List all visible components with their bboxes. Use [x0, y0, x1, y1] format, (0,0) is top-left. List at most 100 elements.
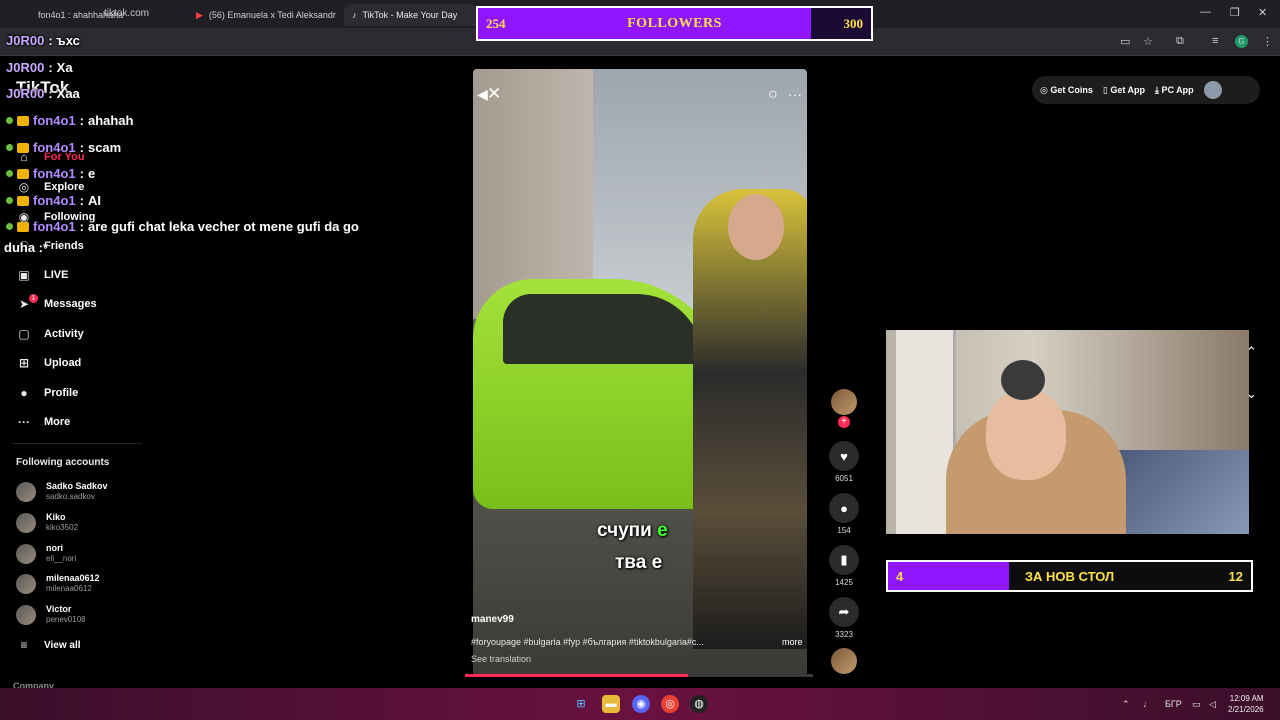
user-avatar[interactable] [1203, 81, 1222, 99]
webcam-bed [1116, 450, 1249, 534]
chat-line: fon4o1: AI [6, 193, 101, 208]
video-player[interactable] [473, 69, 807, 677]
account-item[interactable]: nori eli__nori [16, 543, 76, 564]
volume-icon[interactable]: ◁ [1209, 699, 1216, 710]
chat-username: J0R00 [6, 33, 45, 48]
youtube-icon: ▶ [196, 9, 203, 20]
taskbar-clock[interactable]: 12:09 AM 2/21/2026 [1228, 693, 1264, 715]
follow-plus-icon[interactable]: + [838, 416, 850, 428]
chrome-icon[interactable]: ◎ [661, 695, 679, 713]
bookmark-star-icon[interactable]: ☆ [1143, 35, 1153, 48]
pc-app-button[interactable]: ⤓ PC App [1155, 85, 1194, 96]
video-caption-line1: счупи е [597, 520, 668, 542]
account-item[interactable]: Sadko Sadkov sadko.sadkov [16, 481, 108, 502]
network-icon[interactable]: ▭ [1192, 699, 1201, 710]
nav-label: LIVE [44, 269, 69, 281]
table-goal-target: 12 [1228, 569, 1243, 584]
get-app-label: Get App [1110, 84, 1145, 95]
share-icon: ➦ [829, 597, 859, 627]
compass-icon: ◎ [18, 180, 30, 194]
chat-message: e [87, 166, 96, 181]
nav-profile[interactable]: ● Profile [16, 386, 78, 400]
nav-explore[interactable]: ◎ Explore [16, 180, 85, 194]
chat-message: duha :* [4, 240, 49, 255]
avatar [16, 604, 36, 625]
restore-icon[interactable]: ❐ [1230, 6, 1240, 19]
chat-message: Xaa [56, 86, 80, 101]
reading-list-icon[interactable]: ≡ [1212, 35, 1218, 47]
browser-tab-3[interactable]: ♪ TikTok - Make Your Day [344, 4, 476, 26]
avatar [16, 512, 36, 533]
kebab-menu-icon[interactable]: ⋮ [1262, 35, 1273, 48]
chat-message: Xa [56, 60, 73, 75]
tiktok-tab-icon: ♪ [352, 10, 357, 20]
chat-line-continuation: duha :* [4, 240, 48, 255]
obs-icon[interactable]: ◍ [690, 695, 708, 713]
account-item[interactable]: Victor penev0108 [16, 604, 86, 625]
tray-chevron-icon[interactable]: ⌃ [1122, 699, 1130, 710]
language-indicator[interactable]: БГР [1165, 699, 1182, 709]
comment-button[interactable]: ● 154 [826, 493, 862, 535]
like-button[interactable]: ♥ 6051 [826, 441, 862, 483]
tab-title: (56) Emanuela x Tedi Aleksandr [208, 10, 336, 20]
account-item[interactable]: milenaa0612 milenaa0612 [16, 573, 100, 594]
nav-label: Explore [44, 181, 85, 193]
webcam-face [986, 390, 1066, 480]
cast-icon[interactable]: ▭ [1120, 35, 1130, 48]
chat-username: fon4o1 [33, 166, 76, 181]
file-explorer-icon[interactable]: ▬ [602, 695, 620, 713]
crown-badge-icon [17, 115, 29, 126]
creator-avatar[interactable] [831, 389, 857, 415]
nav-activity[interactable]: ▢ Activity [16, 327, 83, 341]
minimize-icon[interactable]: — [1200, 6, 1211, 18]
more-options-icon[interactable]: ··· [788, 86, 802, 102]
crown-badge-icon [17, 168, 29, 179]
chevron-up-icon[interactable]: ⌃ [1246, 344, 1257, 360]
nav-upload[interactable]: ⊞ Upload [16, 356, 81, 370]
sound-disc-avatar[interactable] [831, 648, 857, 674]
save-button[interactable]: ▮ 1425 [826, 545, 862, 587]
nav-live[interactable]: ▣ LIVE [16, 268, 68, 282]
close-video-icon[interactable]: ✕ [487, 84, 501, 104]
avatar [16, 543, 36, 564]
account-item[interactable]: Kiko kiko3502 [16, 512, 78, 533]
profile-avatar[interactable]: G [1235, 35, 1248, 48]
sub-badge-icon [6, 170, 13, 177]
bookmark-icon: ▮ [829, 545, 859, 575]
table-goal-title: ЗА НОВ СТОЛ [1024, 569, 1115, 584]
chat-message: scam [87, 140, 122, 155]
chat-message: AI [87, 193, 101, 208]
nav-more[interactable]: ··· More [16, 415, 70, 429]
microphone-icon[interactable]: ♩ [1143, 699, 1152, 709]
chevron-down-icon[interactable]: ⌄ [1246, 386, 1257, 402]
see-translation-link[interactable]: See translation [471, 654, 531, 664]
discord-icon[interactable]: ◉ [632, 695, 650, 713]
extensions-icon[interactable]: ⧉ [1176, 35, 1184, 48]
close-window-icon[interactable]: ✕ [1258, 6, 1267, 19]
account-handle: kiko3502 [46, 523, 79, 532]
sub-badge-icon [6, 223, 13, 230]
sub-badge-icon [6, 197, 13, 204]
view-all-link[interactable]: ≡ View all [16, 638, 80, 652]
clock-date: 2/21/2026 [1228, 705, 1264, 714]
share-button[interactable]: ➦ 3323 [826, 597, 862, 639]
chat-username: J0R00 [6, 86, 45, 101]
webcam-feed [886, 330, 1249, 534]
video-author[interactable]: manev99 [471, 614, 514, 625]
get-coins-label: Get Coins [1050, 84, 1093, 95]
search-icon[interactable]: ○ [768, 86, 778, 104]
get-app-button[interactable]: ▯ Get App [1103, 85, 1145, 96]
messages-badge: 1 [29, 294, 38, 303]
windows-start-icon[interactable]: ⊞ [572, 695, 590, 713]
like-count: 6051 [835, 474, 853, 483]
more-link[interactable]: more [782, 637, 803, 647]
video-hashtags[interactable]: #foryoupage #bulgaria #fyp #българия #ti… [471, 637, 704, 647]
tab-title: TikTok - Make Your Day [362, 10, 458, 20]
upload-icon: ⊞ [18, 356, 30, 370]
account-handle: milenaa0612 [46, 584, 92, 593]
get-coins-button[interactable]: ◎ Get Coins [1040, 85, 1093, 96]
avatar [16, 573, 36, 594]
following-accounts-heading: Following accounts [16, 457, 110, 468]
browser-tab-2[interactable]: ▶(56) Emanuela x Tedi Aleksandr✕ [188, 4, 340, 26]
url-field[interactable]: tiktok.com [104, 8, 149, 19]
